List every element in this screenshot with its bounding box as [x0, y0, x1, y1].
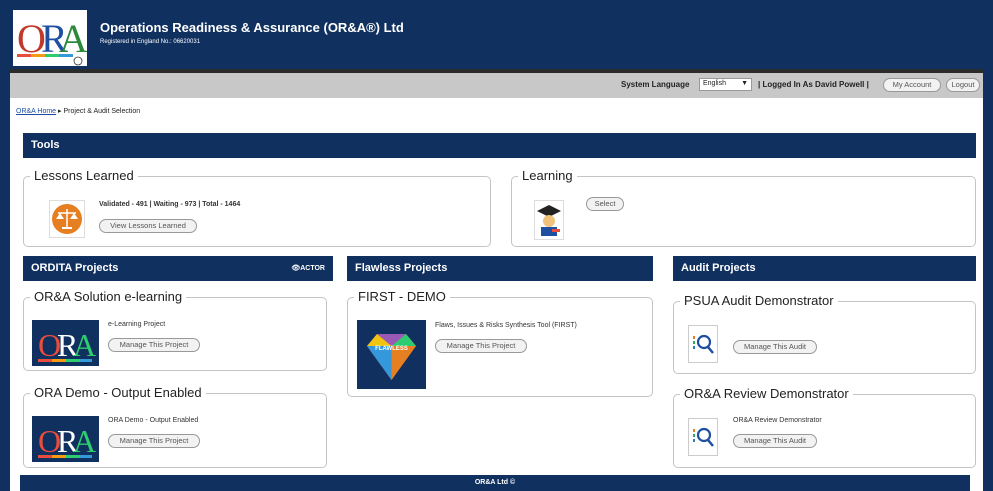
header: O R A Operations Readiness & Assurance (… — [10, 6, 983, 69]
project-legend: OR&A Solution e-learning — [30, 289, 187, 305]
audit-card: OR&A Review Demonstrator OR&A Review Dem… — [673, 386, 976, 468]
project-description: ORA Demo - Output Enabled — [108, 417, 199, 424]
user-bar: System Language English ▼ | Logged In As… — [10, 73, 983, 98]
tools-title: Tools — [31, 139, 60, 151]
project-card: FIRST - DEMO FLAWLESS Flaws, Issues & Ri… — [347, 289, 653, 397]
learning-legend: Learning — [518, 168, 577, 184]
registration-text: Registered in England No.: 06620031 — [100, 39, 201, 45]
language-label: System Language — [621, 80, 690, 89]
breadcrumb-current: ▸ Project & Audit Selection — [58, 108, 141, 115]
ordita-projects-header: ORDITA Projects 👁ACTOR — [23, 256, 333, 281]
svg-text:A: A — [73, 423, 96, 459]
ordita-projects-title: ORDITA Projects — [31, 262, 119, 274]
audit-legend: OR&A Review Demonstrator — [680, 386, 853, 402]
graduate-icon — [534, 200, 564, 240]
breadcrumb-home-link[interactable]: OR&A Home — [16, 108, 56, 115]
breadcrumb: OR&A Home ▸ Project & Audit Selection — [16, 107, 140, 115]
actor-link[interactable]: 👁ACTOR — [291, 256, 325, 281]
lessons-stats: Validated - 491 | Waiting - 973 | Total … — [99, 201, 241, 208]
magnifier-icon — [688, 418, 718, 456]
flawless-projects-title: Flawless Projects — [355, 262, 448, 274]
scales-icon — [49, 200, 85, 238]
flawless-diamond-thumbnail: FLAWLESS — [357, 320, 426, 389]
flawless-projects-header: Flawless Projects — [347, 256, 653, 281]
app-frame: O R A Operations Readiness & Assurance (… — [10, 6, 983, 491]
project-legend: FIRST - DEMO — [354, 289, 450, 305]
audit-card: PSUA Audit Demonstrator Manage This Audi… — [673, 293, 976, 374]
footer-text: OR&A Ltd © — [474, 479, 516, 486]
project-description: e-Learning Project — [108, 321, 166, 328]
audit-description: OR&A Review Demonstrator — [733, 417, 822, 424]
ora-project-thumbnail: O R A — [32, 416, 99, 462]
project-card: OR&A Solution e-learning O R A e-Learnin… — [23, 289, 327, 371]
lessons-learned-legend: Lessons Learned — [30, 168, 138, 184]
learning-panel: Learning Select — [511, 168, 976, 247]
view-lessons-learned-button[interactable]: View Lessons Learned — [99, 219, 197, 233]
manage-project-button[interactable]: Manage This Project — [435, 339, 527, 353]
company-logo[interactable]: O R A — [13, 10, 88, 66]
project-description: Flaws, Issues & Risks Synthesis Tool (FI… — [435, 322, 577, 329]
project-legend: ORA Demo - Output Enabled — [30, 385, 206, 401]
language-value: English — [703, 80, 726, 87]
manage-project-button[interactable]: Manage This Project — [108, 434, 200, 448]
manage-project-button[interactable]: Manage This Project — [108, 338, 200, 352]
audit-projects-header: Audit Projects — [673, 256, 976, 281]
learning-select-button[interactable]: Select — [586, 197, 624, 211]
chevron-down-icon: ▼ — [741, 80, 748, 87]
company-title: Operations Readiness & Assurance (OR&A®)… — [100, 20, 404, 35]
my-account-button[interactable]: My Account — [883, 78, 941, 92]
tools-header: Tools — [23, 133, 976, 158]
project-card: ORA Demo - Output Enabled O R A ORA Demo… — [23, 385, 327, 468]
audit-legend: PSUA Audit Demonstrator — [680, 293, 838, 309]
logged-in-text: | Logged In As David Powell | — [758, 80, 869, 89]
language-select[interactable]: English ▼ — [699, 78, 752, 91]
flawless-thumb-text: FLAWLESS — [375, 346, 408, 352]
manage-audit-button[interactable]: Manage This Audit — [733, 340, 817, 354]
lessons-learned-panel: Lessons Learned Validated - 491 | Waitin… — [23, 168, 491, 247]
svg-text:A: A — [73, 327, 96, 363]
logout-button[interactable]: Logout — [946, 78, 980, 92]
footer: OR&A Ltd © — [20, 475, 970, 491]
manage-audit-button[interactable]: Manage This Audit — [733, 434, 817, 448]
magnifier-icon — [688, 325, 718, 363]
ora-project-thumbnail: O R A — [32, 320, 99, 366]
audit-projects-title: Audit Projects — [681, 262, 756, 274]
